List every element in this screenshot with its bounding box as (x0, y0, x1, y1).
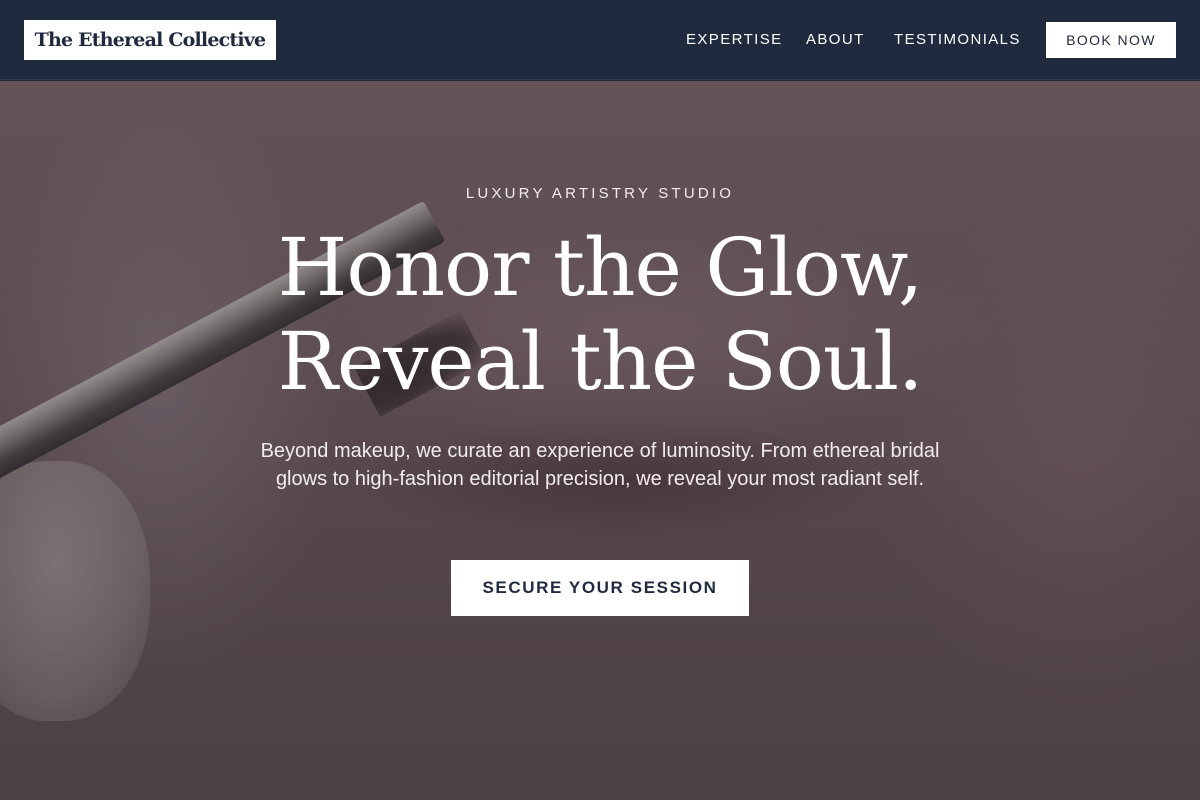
nav-link-expertise[interactable]: EXPERTISE (686, 31, 783, 49)
hero-headline-line-2: Reveal the Soul. (277, 315, 924, 408)
hero-headline: Honor the Glow, Reveal the Soul. (0, 221, 1200, 409)
hero-subtext: Beyond makeup, we curate an experience o… (260, 440, 940, 490)
nav-link-testimonials[interactable]: TESTIMONIALS (894, 31, 1021, 49)
hero-section: LUXURY ARTISTRY STUDIO Honor the Glow, R… (0, 81, 1200, 800)
site-header: The Ethereal Collective EXPERTISE ABOUT … (0, 0, 1200, 80)
hero-content: LUXURY ARTISTRY STUDIO Honor the Glow, R… (0, 81, 1200, 800)
brand-logo[interactable]: The Ethereal Collective (24, 20, 276, 60)
secure-session-button[interactable]: SECURE YOUR SESSION (451, 560, 749, 616)
book-now-button[interactable]: BOOK NOW (1046, 22, 1176, 58)
hero-headline-line-1: Honor the Glow, (277, 221, 924, 314)
hero-eyebrow: LUXURY ARTISTRY STUDIO (465, 185, 735, 202)
nav-link-about[interactable]: ABOUT (806, 31, 865, 49)
